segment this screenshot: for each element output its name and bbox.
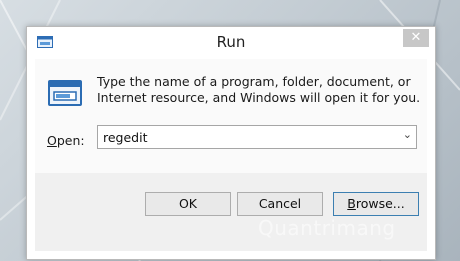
run-app-icon	[48, 80, 82, 106]
cancel-button[interactable]: Cancel	[237, 192, 323, 216]
browse-accelerator: B	[347, 196, 356, 211]
browse-button[interactable]: Browse...	[333, 192, 419, 216]
open-label-text: pen:	[56, 133, 85, 148]
open-label: Open:	[47, 133, 85, 148]
open-label-accelerator: O	[47, 133, 57, 148]
window-title: Run	[216, 33, 246, 51]
open-combobox[interactable]: regedit ⌄	[97, 125, 417, 149]
watermark: Quantrimang	[258, 216, 396, 240]
ok-button[interactable]: OK	[145, 192, 231, 216]
browse-label: rowse...	[355, 196, 405, 211]
close-icon: ✕	[410, 30, 422, 45]
chevron-down-icon[interactable]: ⌄	[403, 128, 412, 141]
dialog-description: Type the name of a program, folder, docu…	[97, 74, 421, 105]
title-bar[interactable]: Run ✕	[27, 27, 435, 59]
close-button[interactable]: ✕	[403, 29, 429, 47]
dialog-body: Type the name of a program, folder, docu…	[35, 59, 427, 173]
open-input[interactable]: regedit	[103, 130, 148, 145]
